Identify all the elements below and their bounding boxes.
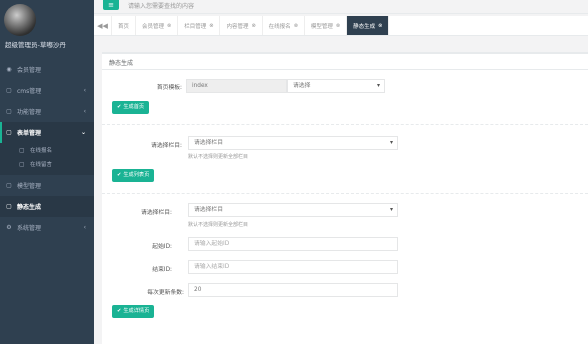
placeholder: 请输入结束ID [194, 264, 230, 270]
button-label: 生成列表页 [123, 172, 150, 178]
button-label: 生成详情页 [123, 308, 150, 314]
count-label: 每次更新条数: [147, 290, 184, 296]
close-icon[interactable]: ⊗ [378, 23, 382, 29]
tab-content[interactable]: 内容管理 ⊗ [220, 16, 263, 35]
tab-columns[interactable]: 栏目管理 ⊗ [178, 16, 221, 35]
sidebar-item-label: 系统管理 [17, 225, 42, 232]
sidebar-subitem-message[interactable]: ▢ 在线留言 [0, 157, 94, 175]
divider [102, 124, 588, 125]
home-template-field[interactable]: index [186, 79, 287, 93]
topbar: ≡ 请输入您需要查找的内容 [94, 0, 588, 14]
end-id-label: 结束ID: [152, 267, 172, 273]
sidebar-item-members[interactable]: ◉ 会员管理 [0, 59, 94, 80]
file-icon: ▢ [19, 160, 25, 168]
detail-column-label: 请选择栏目: [141, 210, 172, 216]
count-input[interactable]: 20 [188, 283, 398, 297]
menu-toggle-button[interactable]: ≡ [103, 0, 119, 10]
chevron-left-icon: ‹ [83, 108, 86, 115]
start-id-input[interactable]: 请输入起始ID [188, 237, 398, 251]
sidebar-item-label: 模型管理 [17, 183, 42, 190]
chevron-down-icon: ⌄ [80, 129, 86, 136]
sidebar-item-static[interactable]: ▢ 静态生成 [0, 196, 94, 217]
column-select-label: 请选择栏目: [151, 143, 182, 149]
tab-scroll-left-icon[interactable]: ◀◀ [94, 16, 112, 35]
sidebar-item-models[interactable]: ▢ 模型管理 [0, 175, 94, 196]
start-id-label: 起始ID: [152, 244, 172, 250]
check-icon: ✔ [117, 308, 122, 314]
divider [102, 69, 588, 70]
sidebar-item-label: cms管理 [17, 88, 42, 95]
detail-column-select[interactable]: 请选择栏目 [188, 203, 398, 217]
close-icon[interactable]: ⊗ [251, 23, 255, 29]
file-icon: ▢ [6, 87, 12, 94]
user-icon: ◉ [6, 66, 12, 73]
generate-home-button[interactable]: ✔ 生成首页 [112, 101, 150, 114]
file-icon: ▢ [19, 146, 25, 154]
tab-bar: ◀◀ 首页 会员管理 ⊗ 栏目管理 ⊗ 内容管理 ⊗ 在线报名 ⊗ 模型管理 ⊗ 静态生成… [94, 16, 588, 36]
column-select[interactable]: 请选择栏目 [188, 136, 398, 150]
tab-models[interactable]: 模型管理 ⊗ [305, 16, 348, 35]
close-icon[interactable]: ⊗ [294, 23, 298, 29]
close-icon[interactable]: ⊗ [167, 23, 171, 29]
chevron-left-icon: ‹ [83, 224, 86, 231]
sidebar-item-label: 表单管理 [17, 130, 42, 137]
tab-static[interactable]: 静态生成 ⊗ [347, 16, 390, 35]
tab-label: 会员管理 [142, 23, 165, 30]
tab-label: 首页 [118, 23, 130, 30]
sidebar-item-functions[interactable]: ▢ 功能管理 ‹ [0, 101, 94, 122]
home-template-label: 首页模板: [156, 85, 182, 91]
tab-label: 在线报名 [268, 23, 291, 30]
tab-home[interactable]: 首页 [112, 16, 137, 35]
avatar[interactable] [4, 4, 36, 36]
button-label: 生成首页 [123, 104, 145, 110]
profile: 超级管理员-草嘟沙丹 [0, 0, 94, 59]
sidebar-subitem-label: 在线报名 [30, 148, 53, 154]
tab-label: 栏目管理 [184, 23, 207, 30]
sidebar-item-system[interactable]: ⚙ 系统管理 ‹ [0, 217, 94, 238]
generate-list-button[interactable]: ✔ 生成列表页 [112, 169, 155, 182]
sidebar-item-label: 静态生成 [17, 204, 42, 211]
tab-members[interactable]: 会员管理 ⊗ [136, 16, 179, 35]
sidebar-item-label: 功能管理 [17, 109, 42, 116]
panel-title: 静态生成 [109, 60, 134, 67]
file-icon: ▢ [6, 129, 12, 136]
generate-detail-button[interactable]: ✔ 生成详情页 [112, 305, 155, 318]
tab-label: 模型管理 [310, 23, 333, 30]
gear-icon: ⚙ [6, 224, 12, 231]
check-icon: ✔ [117, 172, 122, 178]
sidebar-subitem-signup[interactable]: ▢ 在线报名 [0, 143, 94, 157]
sidebar-item-forms[interactable]: ▢ 表单管理 ⌄ [0, 122, 94, 143]
file-icon: ▢ [6, 182, 12, 189]
close-icon[interactable]: ⊗ [209, 23, 213, 29]
chevron-left-icon: ‹ [83, 87, 86, 94]
home-template-select[interactable]: 请选择 [287, 79, 385, 93]
static-generate-panel: 静态生成 首页模板: index 请选择 ✔生成首页 请选择栏目: 请选择栏目 … [102, 52, 588, 344]
file-icon: ▢ [6, 108, 12, 115]
column-hint: 默认不选择则更新全部栏目 [188, 154, 249, 160]
tab-signup[interactable]: 在线报名 ⊗ [263, 16, 305, 35]
check-icon: ✔ [117, 104, 122, 110]
divider [102, 193, 588, 194]
sidebar-subitem-label: 在线留言 [30, 162, 53, 168]
username[interactable]: 超级管理员-草嘟沙丹 [5, 39, 66, 49]
sidebar-item-cms[interactable]: ▢ cms管理 ‹ [0, 80, 94, 101]
detail-hint: 默认不选择则更新全部栏目 [188, 222, 249, 228]
tab-label: 内容管理 [226, 23, 249, 30]
sidebar-item-label: 会员管理 [17, 67, 42, 74]
close-icon[interactable]: ⊗ [336, 23, 340, 29]
file-icon: ▢ [6, 203, 12, 210]
end-id-input[interactable]: 请输入结束ID [188, 260, 398, 274]
placeholder: 请输入起始ID [194, 241, 230, 247]
sidebar: 超级管理员-草嘟沙丹 ◉ 会员管理 ▢ cms管理 ‹ ▢ 功能管理 ‹ ▢ 表… [0, 0, 94, 344]
tab-label: 静态生成 [353, 23, 376, 30]
search-input[interactable]: 请输入您需要查找的内容 [128, 1, 194, 10]
